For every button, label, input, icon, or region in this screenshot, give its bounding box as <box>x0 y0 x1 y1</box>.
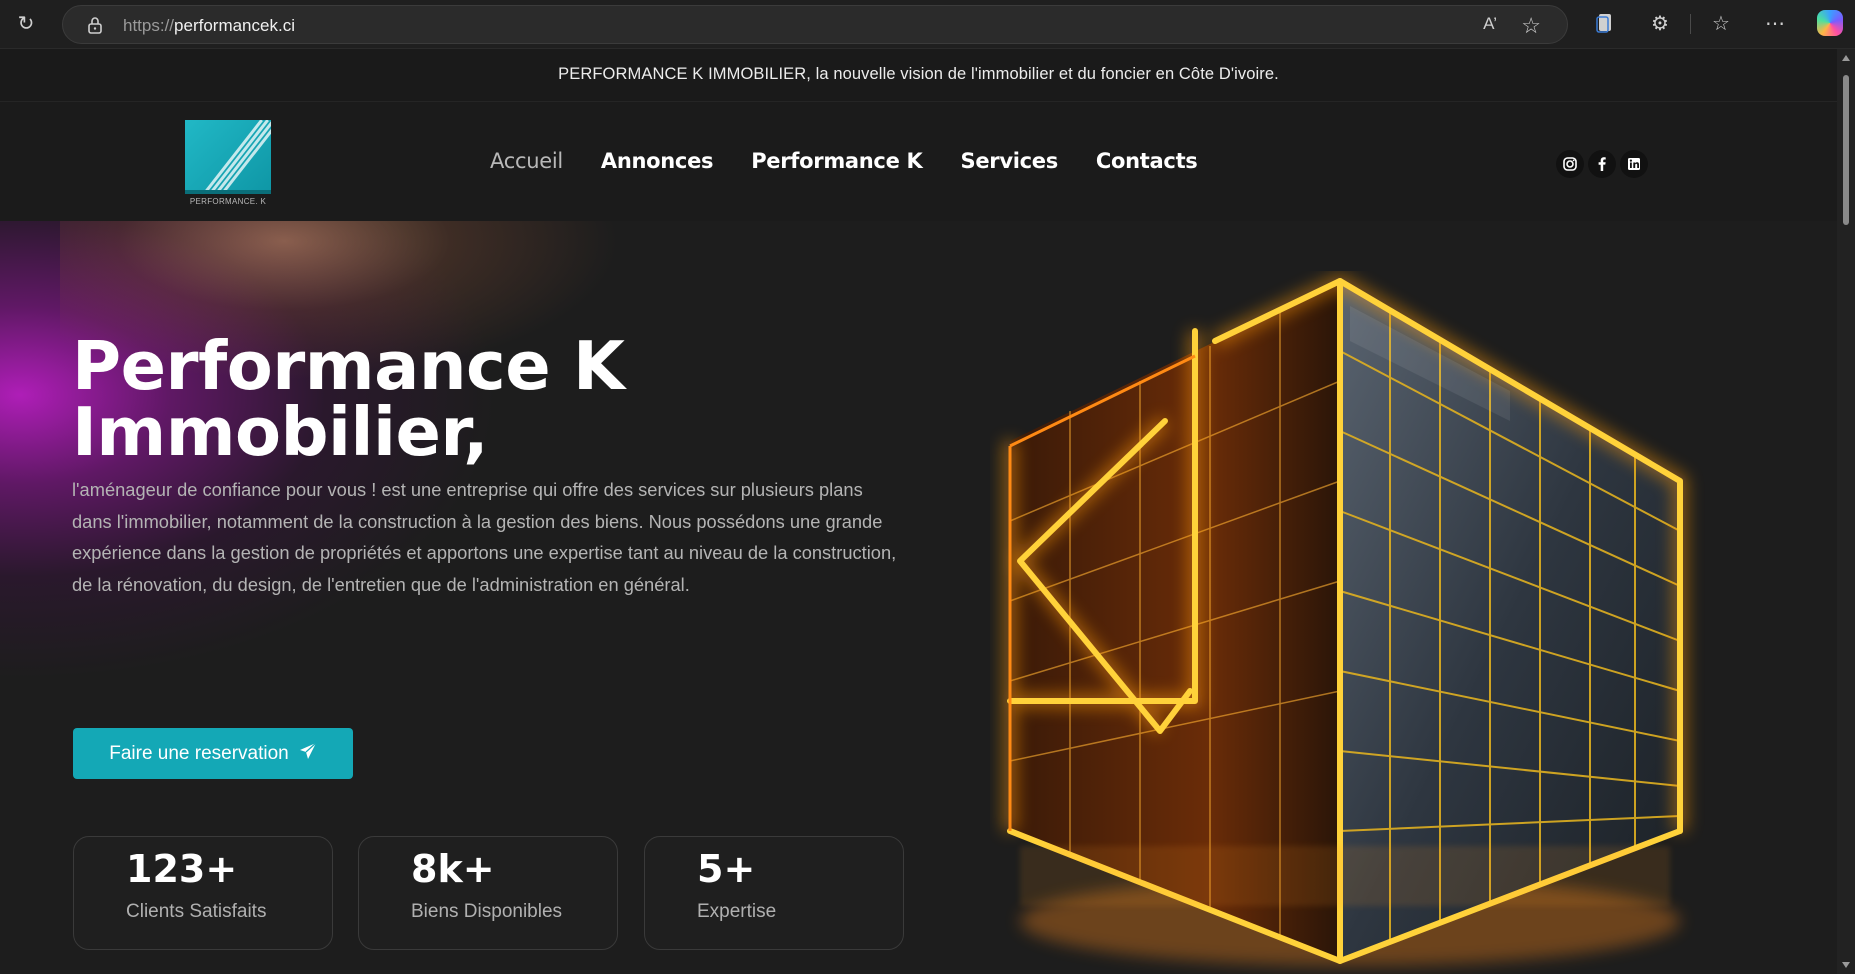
hero-description: l'aménageur de confiance pour vous ! est… <box>72 479 897 595</box>
stat-value: 8k+ <box>411 847 495 891</box>
stat-value: 123+ <box>126 847 238 891</box>
paper-plane-icon <box>299 742 317 765</box>
scroll-down-arrow-icon[interactable] <box>1842 962 1850 968</box>
neon-building-illustration <box>1003 273 1687 966</box>
nav-item-contacts[interactable]: Contacts <box>1096 149 1198 173</box>
url-text[interactable]: https://performancek.ci <box>123 16 295 36</box>
reservation-button-label: Faire une reservation <box>109 742 289 764</box>
hero-section: Performance K Immobilier, l'aménageur de… <box>0 221 1837 974</box>
logo-mark <box>185 120 271 190</box>
copy-icon[interactable] <box>1592 11 1618 37</box>
hero-title: Performance K Immobilier, <box>72 333 625 466</box>
more-icon[interactable]: ⋯ <box>1762 11 1788 37</box>
site-header: PERFORMANCE. K Accueil Annonces Performa… <box>0 102 1837 221</box>
announcement-text: PERFORMANCE K IMMOBILIER, la nouvelle vi… <box>558 65 1279 83</box>
favorites-icon[interactable]: ☆ <box>1708 11 1734 37</box>
url-protocol: https:// <box>123 16 175 35</box>
copilot-icon[interactable] <box>1817 10 1843 36</box>
stat-value: 5+ <box>697 847 756 891</box>
scrollbar-thumb[interactable] <box>1843 75 1849 225</box>
address-bar[interactable]: https://performancek.ci A’ ☆ <box>62 5 1568 44</box>
nav-item-services[interactable]: Services <box>961 149 1059 173</box>
instagram-icon[interactable] <box>1556 150 1584 178</box>
toolbar-divider <box>1690 14 1691 34</box>
extensions-icon[interactable]: ⚙ <box>1647 11 1673 37</box>
social-links <box>1556 150 1648 178</box>
nav-item-accueil[interactable]: Accueil <box>490 149 563 173</box>
reload-icon[interactable]: ↻ <box>14 12 38 36</box>
linkedin-icon[interactable] <box>1620 150 1648 178</box>
favorite-star-icon[interactable]: ☆ <box>1521 13 1541 39</box>
url-host: performancek.ci <box>174 16 295 35</box>
logo-text: PERFORMANCE. K <box>189 197 267 206</box>
nav-item-annonces[interactable]: Annonces <box>601 149 714 173</box>
main-nav: Accueil Annonces Performance K Services … <box>490 149 1198 173</box>
lock-icon[interactable] <box>85 15 105 35</box>
facebook-icon[interactable] <box>1588 150 1616 178</box>
reservation-button[interactable]: Faire une reservation <box>73 728 353 779</box>
stat-label: Biens Disponibles <box>411 901 563 922</box>
stat-card-clients: 123+ Clients Satisfaits <box>73 836 333 950</box>
page-scrollbar[interactable] <box>1837 49 1855 974</box>
site-logo[interactable]: PERFORMANCE. K <box>185 120 271 208</box>
nav-item-performance-k[interactable]: Performance K <box>751 149 923 173</box>
stat-label: Expertise <box>697 901 777 922</box>
stat-card-expertise: 5+ Expertise <box>644 836 904 950</box>
browser-toolbar: ↻ https://performancek.ci A’ ☆ ⚙ ☆ ⋯ <box>0 0 1855 49</box>
read-aloud-icon[interactable]: A’ <box>1483 14 1497 34</box>
hero-title-line2: Immobilier, <box>72 393 489 471</box>
web-page: PERFORMANCE K IMMOBILIER, la nouvelle vi… <box>0 49 1837 974</box>
logo-underline <box>185 190 271 194</box>
announcement-bar: PERFORMANCE K IMMOBILIER, la nouvelle vi… <box>0 49 1837 102</box>
stat-label: Clients Satisfaits <box>126 901 267 922</box>
stat-card-biens: 8k+ Biens Disponibles <box>358 836 618 950</box>
scroll-up-arrow-icon[interactable] <box>1842 55 1850 61</box>
